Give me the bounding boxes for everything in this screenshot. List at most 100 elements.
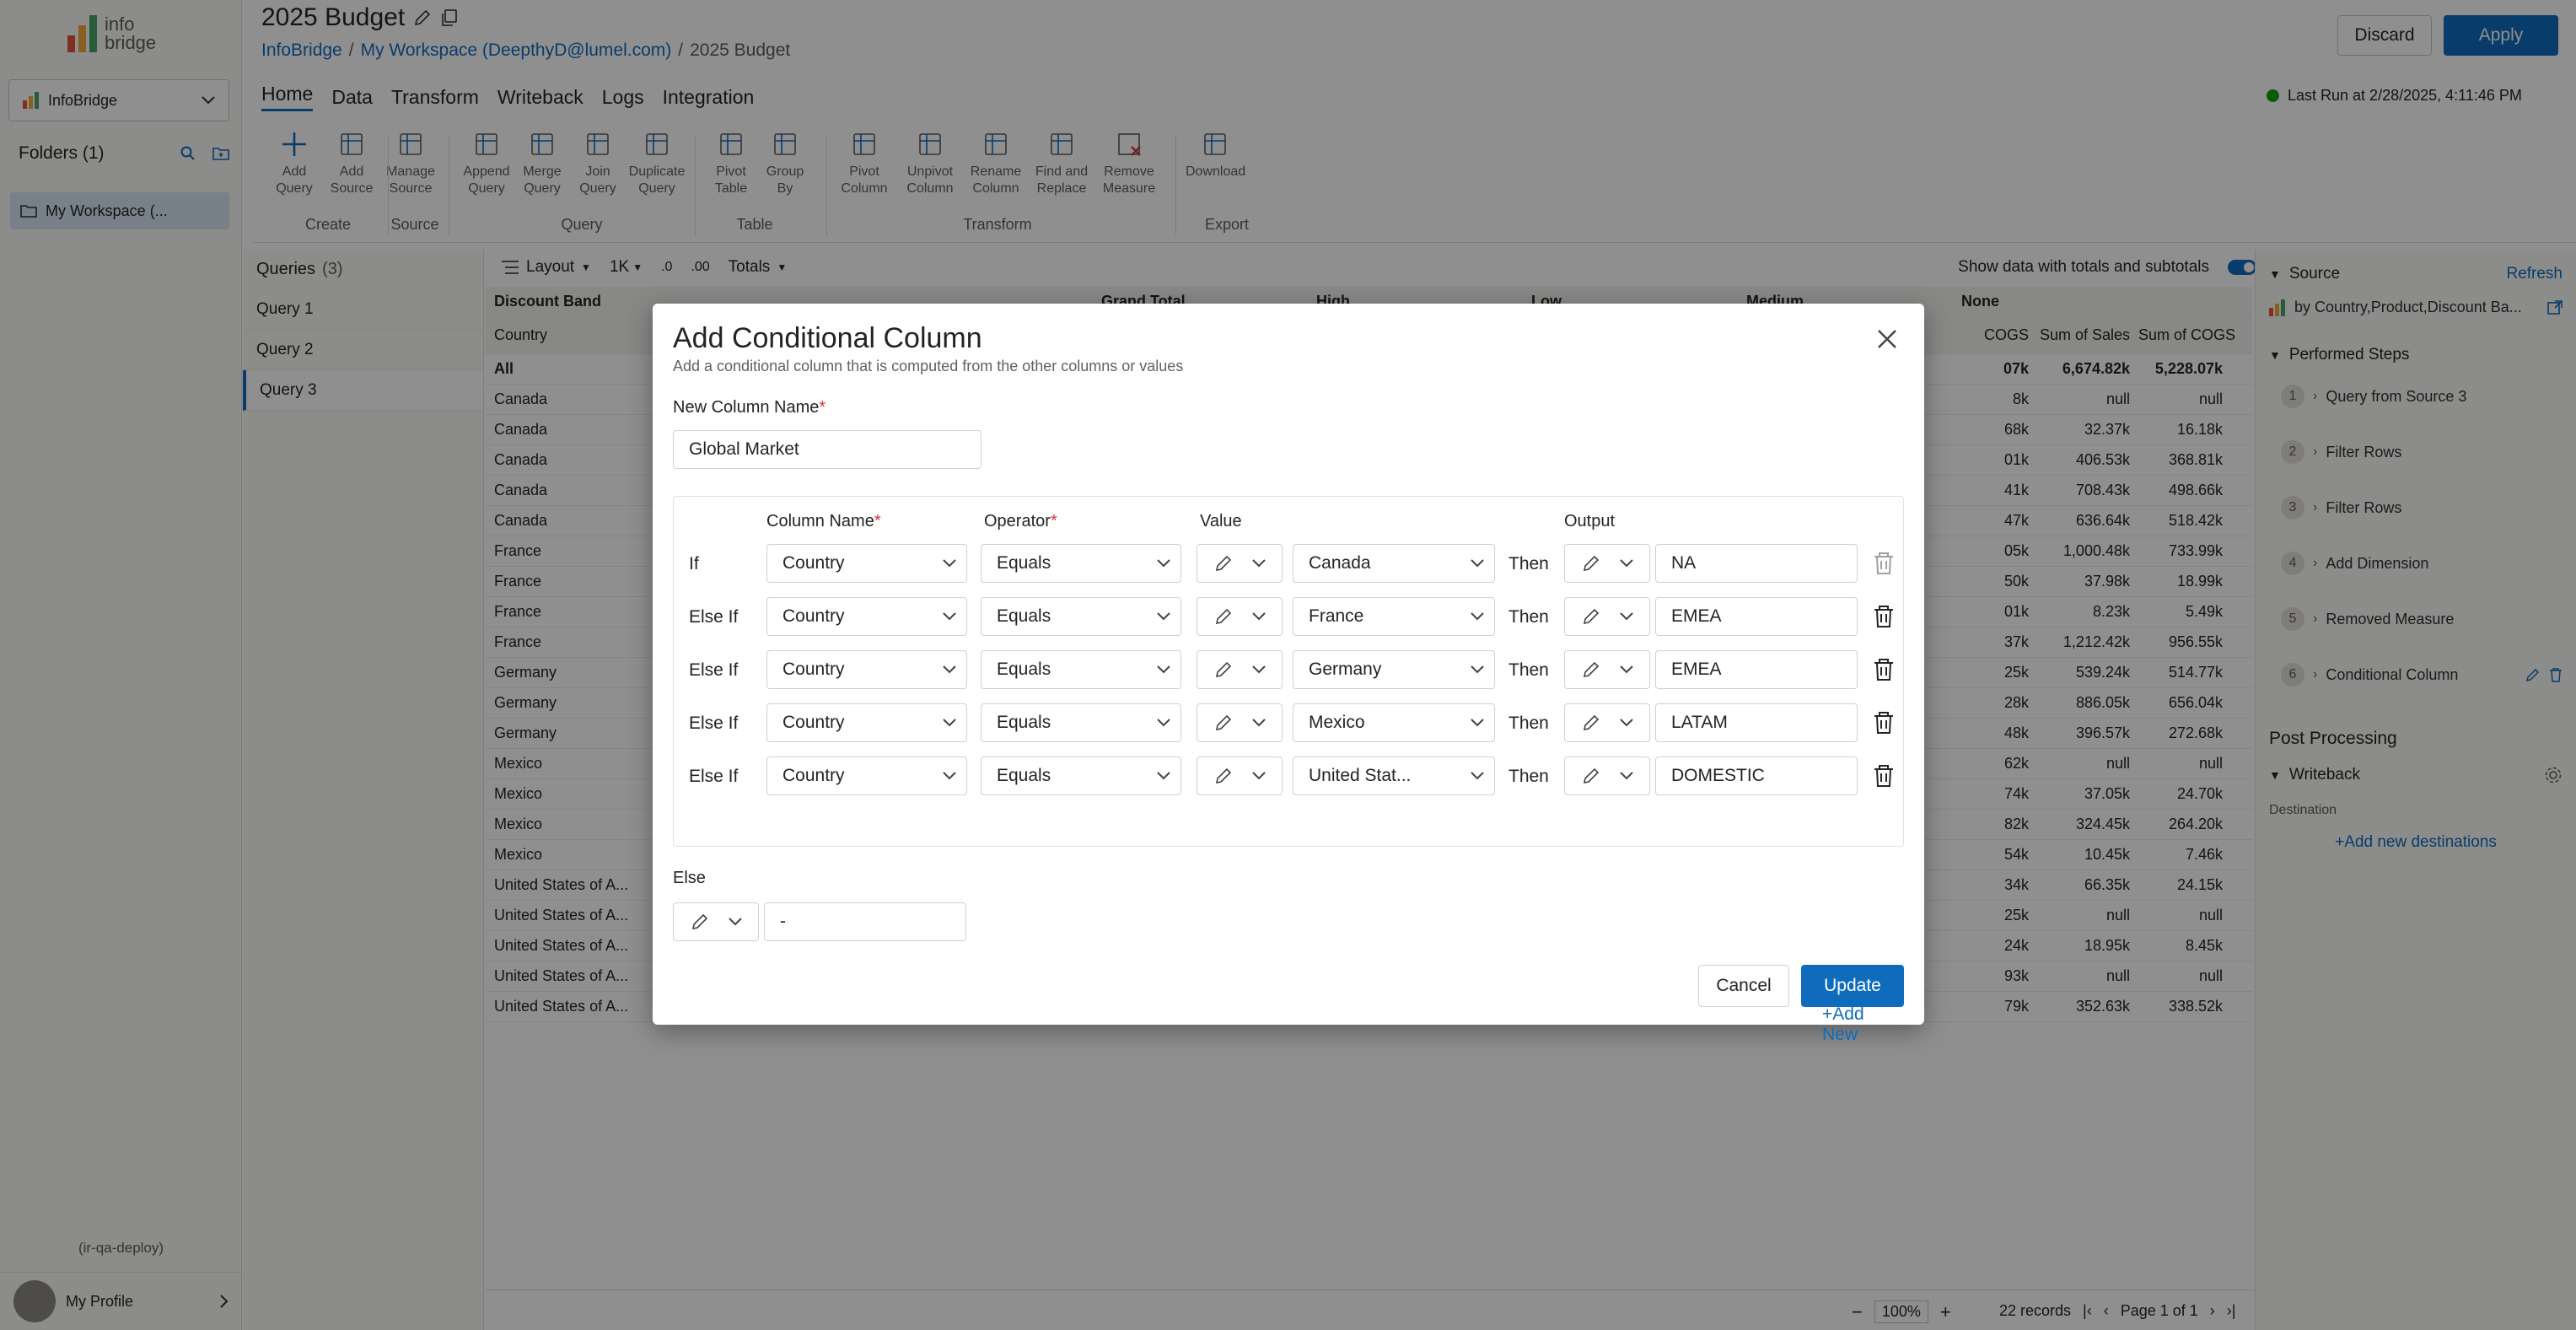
pencil-icon: [1583, 555, 1599, 572]
trash-icon[interactable]: [1873, 605, 1895, 628]
value-value: Mexico: [1309, 713, 1365, 732]
output-input[interactable]: NA: [1655, 544, 1858, 583]
output-header: Output: [1564, 512, 1616, 530]
value-dropdown[interactable]: France: [1293, 597, 1495, 636]
column-name-dropdown[interactable]: Country: [766, 650, 967, 689]
value-mode-dropdown[interactable]: [1197, 597, 1283, 636]
chevron-down-icon: [1157, 772, 1170, 780]
required-mark: *: [819, 398, 826, 417]
column-name-dropdown[interactable]: Country: [766, 597, 967, 636]
column-name-dropdown[interactable]: Country: [766, 703, 967, 742]
condition-keyword: Else If: [689, 713, 739, 733]
output-input[interactable]: EMEA: [1655, 650, 1858, 689]
chevron-down-icon: [1157, 559, 1170, 568]
required-mark: *: [1050, 512, 1057, 530]
new-column-name-label: New Column Name*: [673, 398, 826, 417]
dialog-title: Add Conditional Column: [673, 322, 982, 354]
value-mode-dropdown[interactable]: [1197, 757, 1283, 795]
pencil-icon: [1215, 661, 1231, 678]
output-mode-dropdown[interactable]: [1564, 757, 1650, 795]
value-value: United Stat...: [1309, 766, 1412, 785]
operator-dropdown[interactable]: Equals: [981, 703, 1181, 742]
then-label: Then: [1508, 767, 1549, 786]
trash-icon[interactable]: [1873, 711, 1895, 735]
new-column-name-label-text: New Column Name: [673, 398, 820, 417]
close-icon[interactable]: [1875, 327, 1899, 351]
trash-icon[interactable]: [1873, 658, 1895, 681]
add-new-condition-link[interactable]: +Add New: [1822, 1004, 1903, 1045]
chevron-down-icon: [1471, 772, 1484, 780]
operator-value: Equals: [997, 553, 1051, 573]
output-input[interactable]: EMEA: [1655, 597, 1858, 636]
operator-dropdown[interactable]: Equals: [981, 650, 1181, 689]
value-dropdown[interactable]: Canada: [1293, 544, 1495, 583]
chevron-down-icon: [1251, 559, 1266, 568]
value-header: Value: [1200, 512, 1242, 530]
dialog-subtitle: Add a conditional column that is compute…: [673, 358, 1184, 374]
required-mark: *: [874, 512, 881, 530]
condition-keyword: Else If: [689, 660, 739, 680]
then-label: Then: [1508, 554, 1549, 573]
operator-dropdown[interactable]: Equals: [981, 757, 1181, 795]
pencil-icon: [1583, 608, 1599, 625]
operator-dropdown[interactable]: Equals: [981, 597, 1181, 636]
chevron-down-icon: [1619, 719, 1633, 727]
chevron-down-icon: [1251, 719, 1266, 727]
operator-value: Equals: [997, 713, 1051, 732]
chevron-down-icon: [1157, 612, 1170, 621]
column-name-value: Country: [782, 713, 845, 732]
output-mode-dropdown[interactable]: [1564, 597, 1650, 636]
value-dropdown[interactable]: United Stat...: [1293, 757, 1495, 795]
column-name-value: Country: [782, 766, 845, 785]
column-name-header-text: Column Name: [766, 512, 874, 530]
trash-icon[interactable]: [1873, 764, 1895, 788]
operator-value: Equals: [997, 660, 1051, 679]
chevron-down-icon: [943, 772, 956, 780]
pencil-icon: [1215, 767, 1231, 784]
output-mode-dropdown[interactable]: [1564, 544, 1650, 583]
chevron-down-icon: [1619, 665, 1633, 674]
chevron-down-icon: [943, 559, 956, 568]
chevron-down-icon: [1251, 772, 1266, 780]
value-dropdown[interactable]: Germany: [1293, 650, 1495, 689]
chevron-down-icon: [1619, 559, 1633, 568]
output-mode-dropdown[interactable]: [1564, 703, 1650, 742]
else-mode-dropdown[interactable]: [673, 902, 759, 941]
chevron-down-icon: [1619, 612, 1633, 621]
pencil-icon: [1215, 608, 1231, 625]
chevron-down-icon: [1157, 719, 1170, 727]
pencil-icon: [1583, 767, 1599, 784]
value-dropdown[interactable]: Mexico: [1293, 703, 1495, 742]
output-mode-dropdown[interactable]: [1564, 650, 1650, 689]
else-label: Else: [673, 869, 706, 887]
operator-value: Equals: [997, 606, 1051, 626]
value-mode-dropdown[interactable]: [1197, 650, 1283, 689]
conditions-box: Column Name* Operator* Value Output If Co…: [673, 496, 1904, 1044]
value-mode-dropdown[interactable]: [1197, 544, 1283, 583]
chevron-down-icon: [728, 918, 742, 926]
then-label: Then: [1508, 660, 1549, 680]
operator-dropdown[interactable]: Equals: [981, 544, 1181, 583]
update-button[interactable]: Update: [1801, 965, 1904, 1007]
chevron-down-icon: [1471, 612, 1484, 621]
value-value: Canada: [1309, 553, 1371, 573]
pencil-icon: [1215, 555, 1231, 572]
chevron-down-icon: [1251, 665, 1266, 674]
trash-icon[interactable]: [1873, 552, 1895, 575]
column-name-dropdown[interactable]: Country: [766, 757, 967, 795]
output-input[interactable]: LATAM: [1655, 703, 1858, 742]
column-name-header: Column Name*: [766, 512, 881, 531]
cancel-button[interactable]: Cancel: [1698, 965, 1789, 1007]
then-label: Then: [1508, 713, 1549, 733]
pencil-icon: [691, 913, 707, 930]
operator-header: Operator*: [984, 512, 1057, 531]
new-column-name-input[interactable]: Global Market: [673, 430, 981, 469]
chevron-down-icon: [943, 719, 956, 727]
column-name-value: Country: [782, 660, 845, 679]
value-mode-dropdown[interactable]: [1197, 703, 1283, 742]
chevron-down-icon: [1619, 772, 1633, 780]
else-value-input[interactable]: -: [764, 902, 966, 941]
operator-header-text: Operator: [984, 512, 1051, 530]
column-name-dropdown[interactable]: Country: [766, 544, 967, 583]
output-input[interactable]: DOMESTIC: [1655, 757, 1858, 795]
